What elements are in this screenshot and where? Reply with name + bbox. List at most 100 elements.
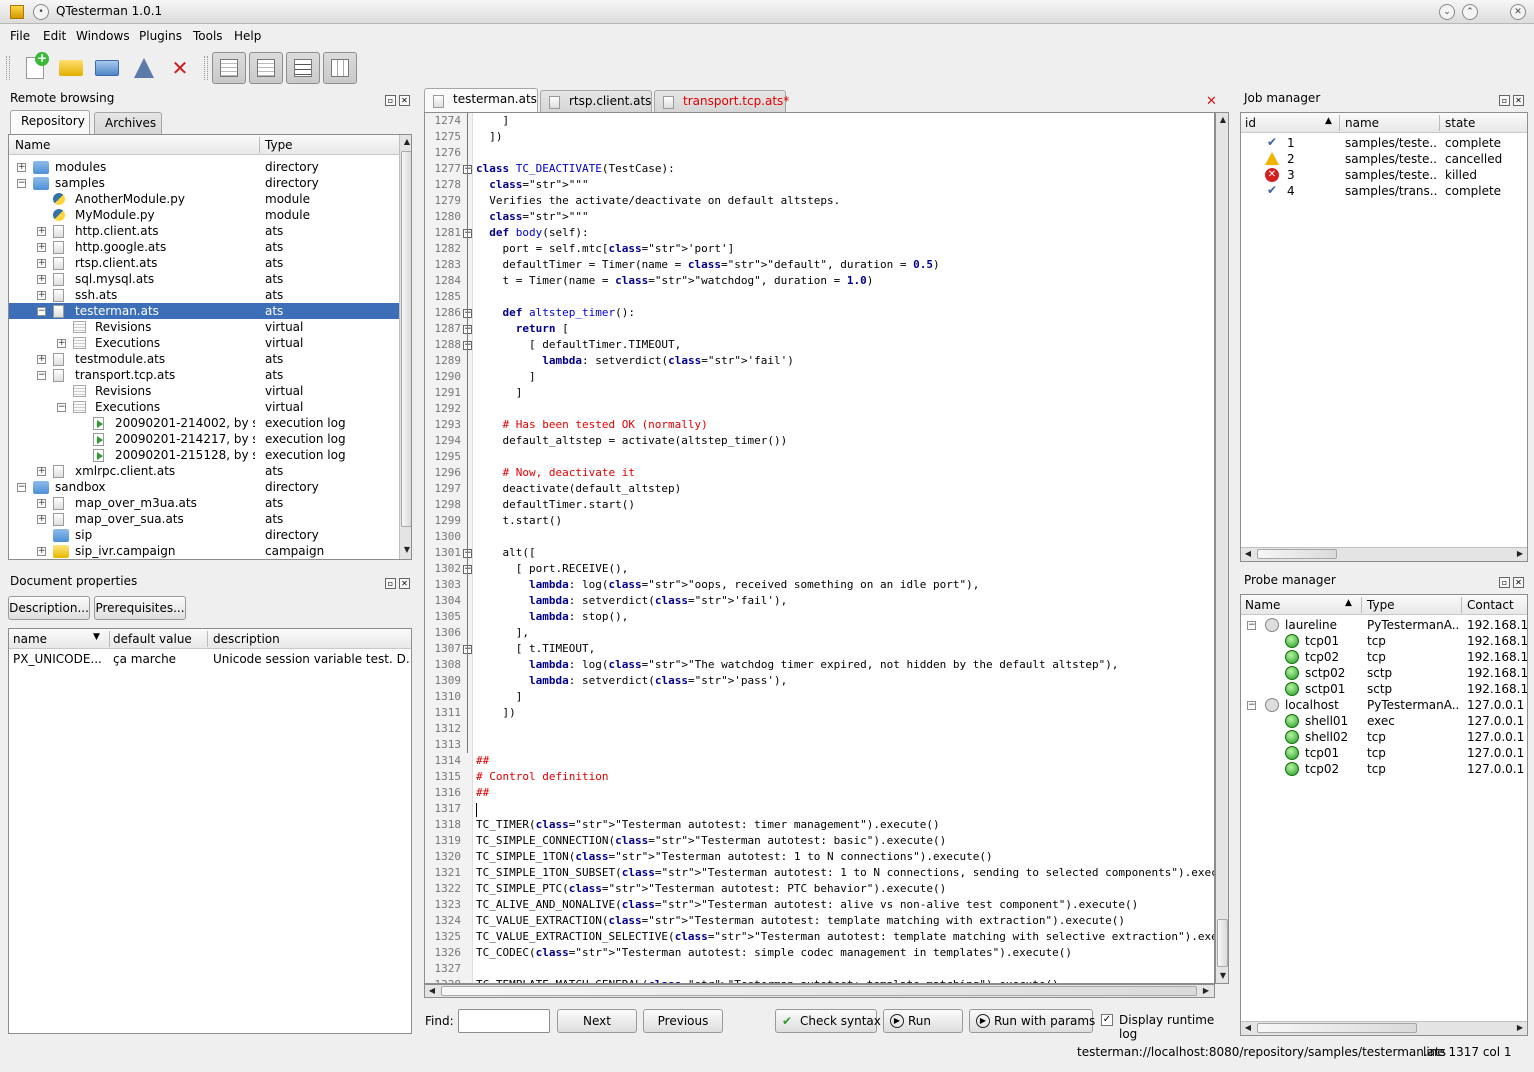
- tab-rtsp-client-ats[interactable]: rtsp.client.ats: [540, 90, 652, 112]
- probe-row[interactable]: tcp02 tcp 127.0.0.1: [1241, 761, 1527, 777]
- tree-row[interactable]: + rtsp.client.ats ats: [9, 255, 399, 271]
- code-line[interactable]: class="str">""": [476, 177, 588, 193]
- column-default-header[interactable]: default value: [113, 632, 192, 646]
- code-line[interactable]: default_altstep = activate(altstep_timer…: [476, 433, 787, 449]
- column-description-header[interactable]: description: [213, 632, 280, 646]
- editor-vertical-scrollbar[interactable]: ▲ ▼: [1215, 112, 1229, 984]
- collapse-icon[interactable]: −: [37, 307, 46, 316]
- job-row[interactable]: ✔ 1 samples/teste... complete: [1241, 135, 1527, 151]
- code-line[interactable]: TC_TEMPLATE_MATCH_GENERAL(class="str">"T…: [476, 977, 1059, 983]
- code-line[interactable]: t.start(): [476, 513, 562, 529]
- close-window-button[interactable]: ✕: [1510, 4, 1526, 20]
- agent-row[interactable]: − localhost PyTestermanA... 127.0.0.1: [1241, 697, 1527, 713]
- code-line[interactable]: TC_SIMPLE_CONNECTION(class="str">"Tester…: [476, 833, 946, 849]
- run-button[interactable]: ▶ Run: [883, 1009, 963, 1033]
- column-contact-header[interactable]: Contact: [1467, 598, 1514, 612]
- code-line[interactable]: ]): [476, 705, 515, 721]
- code-line[interactable]: TC_VALUE_EXTRACTION_SELECTIVE(class="str…: [476, 929, 1214, 945]
- code-editor[interactable]: 1274 ] 1275 ]) 1276 1277 class TC_DEACTIVATE…: [424, 112, 1215, 984]
- menu-windows[interactable]: Windows: [76, 29, 130, 43]
- close-icon[interactable]: ✕: [1513, 577, 1524, 588]
- find-input[interactable]: [458, 1009, 550, 1033]
- tree-row[interactable]: 20090201-215128, by seb execution log: [9, 447, 399, 463]
- probe-row[interactable]: tcp01 tcp 127.0.0.1: [1241, 745, 1527, 761]
- view-doc-icon[interactable]: [212, 52, 246, 84]
- code-line[interactable]: ]): [476, 129, 502, 145]
- scroll-right-icon[interactable]: ▶: [1513, 1021, 1527, 1035]
- collapse-icon[interactable]: −: [1247, 701, 1256, 710]
- scroll-left-icon[interactable]: ◀: [425, 984, 439, 998]
- tab-archives[interactable]: Archives: [94, 112, 162, 134]
- tree-row[interactable]: Revisions virtual: [9, 319, 399, 335]
- code-line[interactable]: TC_SIMPLE_PTC(class="str">"Testerman aut…: [476, 881, 946, 897]
- tree-row[interactable]: + map_over_m3ua.ats ats: [9, 495, 399, 511]
- scroll-thumb[interactable]: [1257, 549, 1337, 559]
- expand-icon[interactable]: +: [17, 163, 26, 172]
- column-name-header[interactable]: name: [1345, 116, 1379, 130]
- table-row[interactable]: PX_UNICODE... ça marche Unicode session …: [9, 651, 411, 667]
- delete-icon[interactable]: ✕: [163, 52, 197, 84]
- job-row[interactable]: ✕ 3 samples/teste... killed: [1241, 167, 1527, 183]
- display-runtime-log-checkbox[interactable]: ✓: [1101, 1014, 1113, 1026]
- previous-button[interactable]: Previous: [643, 1009, 723, 1033]
- code-line[interactable]: ]: [476, 385, 523, 401]
- code-line[interactable]: TC_SIMPLE_1TON_SUBSET(class="str">"Teste…: [476, 865, 1214, 881]
- tree-row[interactable]: sip directory: [9, 527, 399, 543]
- expand-icon[interactable]: +: [37, 467, 46, 476]
- print-icon[interactable]: [90, 52, 124, 84]
- expand-icon[interactable]: +: [37, 547, 46, 556]
- minimize-button[interactable]: ⌄: [1439, 4, 1455, 20]
- probes-horizontal-scrollbar[interactable]: ◀ ▶: [1241, 1021, 1527, 1035]
- code-line[interactable]: lambda: log(class="str">"The watchdog ti…: [476, 657, 1118, 673]
- float-icon[interactable]: ▫: [385, 95, 396, 106]
- expand-icon[interactable]: +: [37, 355, 46, 364]
- tree-row[interactable]: AnotherModule.py module: [9, 191, 399, 207]
- tree-row[interactable]: + http.client.ats ats: [9, 223, 399, 239]
- tree-row[interactable]: MyModule.py module: [9, 207, 399, 223]
- tree-row[interactable]: + map_over_sua.ats ats: [9, 511, 399, 527]
- menu-file[interactable]: File: [10, 29, 30, 43]
- tree-row[interactable]: − transport.tcp.ats ats: [9, 367, 399, 383]
- code-line[interactable]: ]: [476, 689, 523, 705]
- menu-tools[interactable]: Tools: [193, 29, 223, 43]
- probe-row[interactable]: sctp01 sctp 192.168.1.2: [1241, 681, 1527, 697]
- code-line[interactable]: def altstep_timer():: [476, 305, 635, 321]
- menu-edit[interactable]: Edit: [43, 29, 66, 43]
- code-line[interactable]: # Has been tested OK (normally): [476, 417, 707, 433]
- code-line[interactable]: defaultTimer = Timer(name = class="str">…: [476, 257, 939, 273]
- scroll-right-icon[interactable]: ▶: [1513, 547, 1527, 561]
- tree-row[interactable]: + sql.mysql.ats ats: [9, 271, 399, 287]
- tree-row[interactable]: + testmodule.ats ats: [9, 351, 399, 367]
- code-line[interactable]: ]: [476, 369, 536, 385]
- expand-icon[interactable]: +: [57, 339, 66, 348]
- scroll-thumb[interactable]: [401, 151, 411, 527]
- float-icon[interactable]: ▫: [1499, 577, 1510, 588]
- menu-plugins[interactable]: Plugins: [139, 29, 182, 43]
- tree-row[interactable]: + Executions virtual: [9, 335, 399, 351]
- tree-row[interactable]: − testerman.ats ats: [9, 303, 399, 319]
- scroll-up-icon[interactable]: ▲: [1216, 113, 1230, 127]
- scroll-thumb[interactable]: [1217, 919, 1228, 967]
- tree-row[interactable]: − Executions virtual: [9, 399, 399, 415]
- jobs-horizontal-scrollbar[interactable]: ◀ ▶: [1241, 547, 1527, 561]
- code-line[interactable]: # Now, deactivate it: [476, 465, 634, 481]
- tree-row[interactable]: + sip_ivr.campaign campaign: [9, 543, 399, 559]
- tree-row[interactable]: − sandbox directory: [9, 479, 399, 495]
- code-line[interactable]: ]: [476, 113, 509, 129]
- tree-row[interactable]: + ssh.ats ats: [9, 287, 399, 303]
- code-line[interactable]: ##: [476, 785, 489, 801]
- code-line[interactable]: TC_CODEC(class="str">"Testerman autotest…: [476, 945, 1072, 961]
- next-button[interactable]: Next: [557, 1009, 637, 1033]
- probe-row[interactable]: shell01 exec 127.0.0.1: [1241, 713, 1527, 729]
- view-list-icon[interactable]: [286, 52, 320, 84]
- tab-transport-tcp-ats[interactable]: transport.tcp.ats*: [654, 90, 789, 112]
- code-line[interactable]: TC_VALUE_EXTRACTION(class="str">"Testerm…: [476, 913, 1125, 929]
- probe-row[interactable]: tcp02 tcp 192.168.1.2: [1241, 649, 1527, 665]
- expand-icon[interactable]: +: [37, 227, 46, 236]
- code-line[interactable]: return [: [476, 321, 569, 337]
- maximize-button[interactable]: ⌃: [1462, 4, 1478, 20]
- window-menu-button[interactable]: •: [33, 4, 49, 20]
- job-row[interactable]: 2 samples/teste... cancelled: [1241, 151, 1527, 167]
- scroll-down-icon[interactable]: ▼: [400, 543, 411, 557]
- open-folder-icon[interactable]: [54, 52, 88, 84]
